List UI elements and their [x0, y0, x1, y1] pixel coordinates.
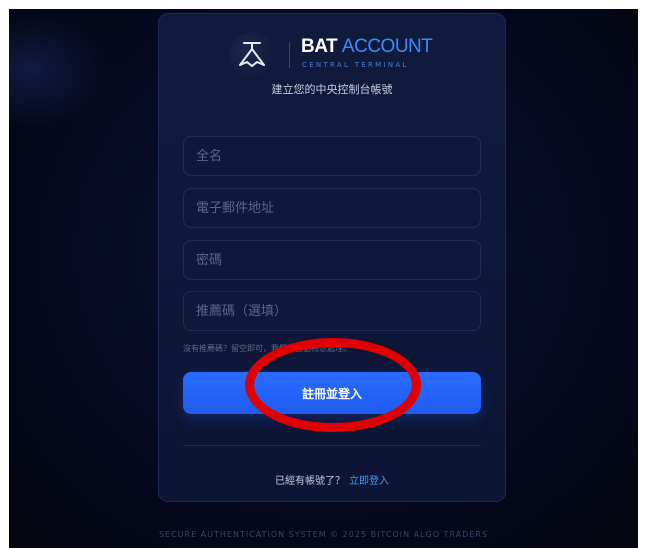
login-prompt-text: 已經有帳號了？: [275, 476, 345, 487]
brand-word-bat: BAT: [301, 36, 338, 57]
register-and-login-button[interactable]: 註冊並登入: [183, 372, 481, 414]
fullname-input[interactable]: [183, 136, 481, 176]
signup-card: BAT ACCOUNT CENTRAL TERMINAL 建立您的中央控制台帳號…: [158, 13, 506, 502]
referral-code-input[interactable]: [183, 291, 481, 331]
footer-copyright: SECURE AUTHENTICATION SYSTEM © 2025 BITC…: [158, 530, 489, 539]
email-input[interactable]: [183, 188, 481, 228]
password-input[interactable]: [183, 240, 481, 280]
divider: [183, 445, 481, 446]
login-now-link[interactable]: 立即登入: [349, 476, 389, 487]
brand-subtitle: CENTRAL TERMINAL: [302, 61, 409, 69]
referral-hint: 沒有推薦碼？留空即可，我們會自動為您處理。: [183, 344, 351, 353]
bat-logo-icon: [229, 32, 275, 78]
page-tagline: 建立您的中央控制台帳號: [271, 83, 393, 96]
app-background: BAT ACCOUNT CENTRAL TERMINAL 建立您的中央控制台帳號…: [9, 9, 638, 548]
brand-divider: [289, 42, 290, 68]
brand-header: BAT ACCOUNT CENTRAL TERMINAL: [229, 28, 439, 78]
background-glow: [9, 9, 109, 129]
brand-word-account: ACCOUNT: [341, 36, 433, 57]
login-prompt-row: 已經有帳號了？ 立即登入: [159, 472, 505, 487]
brand-title: BAT ACCOUNT: [301, 36, 433, 58]
